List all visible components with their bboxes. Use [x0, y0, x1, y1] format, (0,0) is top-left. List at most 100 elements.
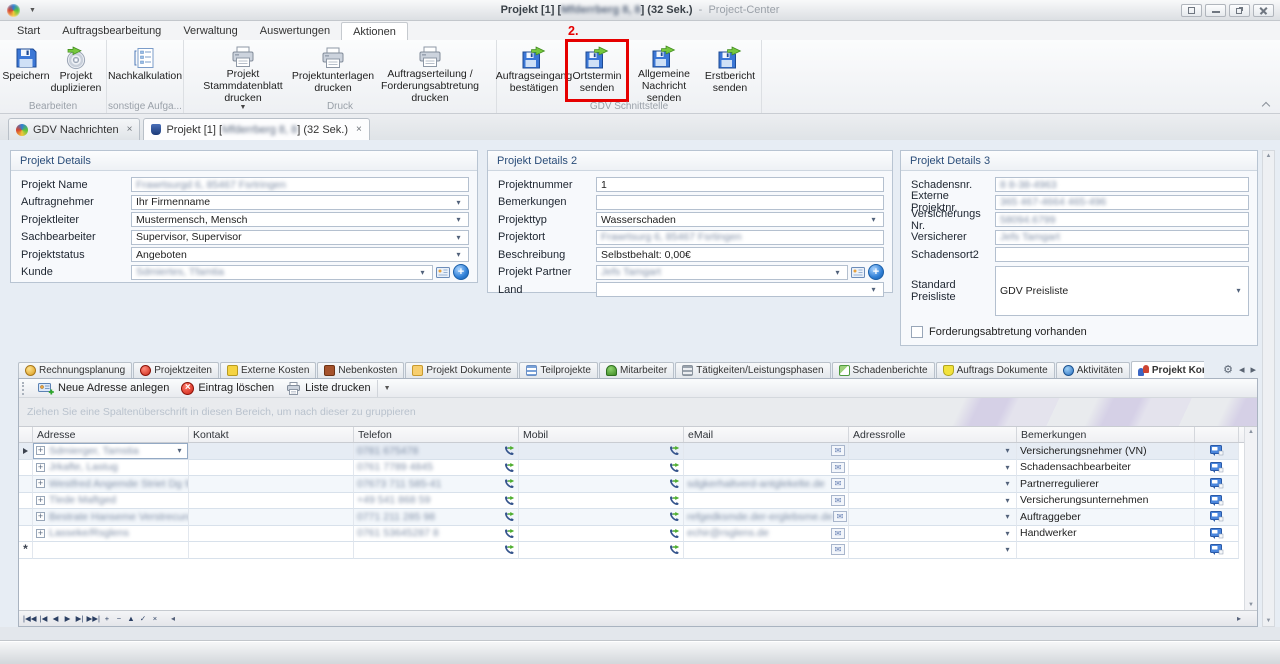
tab-rechnungsplanung[interactable]: Rechnungsplanung — [18, 362, 132, 378]
email-cell[interactable] — [684, 542, 849, 559]
bemerkungen-input[interactable] — [596, 195, 884, 210]
expand-icon[interactable] — [36, 496, 45, 505]
mobil-cell[interactable] — [519, 526, 684, 543]
hscroll-left-icon[interactable]: ◂ — [171, 614, 175, 623]
nav-cancel-button[interactable]: × — [149, 613, 161, 625]
bemerkungen-cell[interactable]: Versicherungsnehmer (VN) — [1017, 443, 1195, 460]
tab-projekt-kontakte[interactable]: Projekt Kontakte — [1131, 361, 1204, 378]
ribbon-tab-auswertungen[interactable]: Auswertungen — [249, 22, 341, 40]
nav-edit-button[interactable]: ▲ — [125, 613, 137, 625]
projektnummer-input[interactable]: 1 — [596, 177, 884, 192]
adresse-cell[interactable]: Sdmierger, Tamstia — [33, 443, 189, 460]
projektunterlagen-drucken-button[interactable]: Projektunterlagen drucken — [299, 43, 367, 101]
bemerkungen-cell[interactable] — [1017, 542, 1195, 559]
mobil-cell[interactable] — [519, 476, 684, 493]
kontakt-cell[interactable] — [189, 443, 354, 460]
tab-taetigkeiten[interactable]: Tätigkeiten/Leistungsphasen — [675, 362, 830, 378]
nav-first-button[interactable]: |◀◀ — [22, 613, 37, 625]
adresse-cell[interactable]: Jrkafte, Lastug — [33, 460, 189, 477]
expand-icon[interactable] — [36, 463, 45, 472]
stammdatenblatt-drucken-button[interactable]: Projekt Stammdatenblatt drucken▼ — [187, 43, 299, 101]
nav-last-button[interactable]: ▶▶| — [85, 613, 100, 625]
email-cell[interactable] — [684, 493, 849, 510]
collapse-ribbon-button[interactable] — [1262, 101, 1270, 109]
phone-icon[interactable] — [669, 495, 680, 506]
beschreibung-input[interactable]: Selbstbehalt: 0,00€ — [596, 247, 884, 262]
telefon-cell[interactable]: 0781 675478 — [354, 443, 519, 460]
adresse-cell[interactable] — [33, 542, 189, 559]
column-header-adressrolle[interactable]: Adressrolle — [849, 427, 1017, 442]
allgemeine-nachricht-senden-button[interactable]: Allgemeine Nachricht senden — [626, 43, 702, 101]
phone-icon[interactable] — [504, 478, 515, 489]
auftragnehmer-select[interactable]: Ihr Firmenname — [131, 195, 469, 210]
column-header-email[interactable]: eMail — [684, 427, 849, 442]
email-icon[interactable] — [831, 544, 845, 555]
tab-projekt-dokumente[interactable]: Projekt Dokumente — [405, 362, 518, 378]
email-icon[interactable] — [831, 478, 845, 489]
table-row-new[interactable] — [19, 542, 1239, 559]
actions-cell[interactable] — [1195, 542, 1239, 559]
group-by-panel[interactable]: Ziehen Sie eine Spaltenüberschrift in di… — [19, 398, 1257, 427]
actions-cell[interactable] — [1195, 526, 1239, 543]
actions-cell[interactable] — [1195, 443, 1239, 460]
phone-icon[interactable] — [504, 511, 515, 522]
adresse-cell[interactable]: Bestrate Hanseme Verstrecung AG — [33, 509, 189, 526]
tab-externe-kosten[interactable]: Externe Kosten — [220, 362, 316, 378]
actions-cell[interactable] — [1195, 493, 1239, 510]
note-icon[interactable] — [1210, 462, 1224, 473]
column-header-kontakt[interactable]: Kontakt — [189, 427, 354, 442]
table-row[interactable]: Jrkafte, Lastug 0761 7789 4845 Schadensa… — [19, 460, 1239, 477]
versicherungs-nr-input[interactable]: 58094.6799 — [995, 212, 1249, 227]
column-header-adresse[interactable]: Adresse — [33, 427, 189, 442]
nav-append-button[interactable]: + — [101, 613, 113, 625]
email-cell[interactable] — [684, 443, 849, 460]
contact-card-icon[interactable] — [851, 267, 865, 278]
page-vertical-scrollbar[interactable]: ▲ ▼ — [1262, 150, 1275, 627]
telefon-cell[interactable]: 0761 53645287 8 — [354, 526, 519, 543]
forderungsabtretung-checkbox[interactable] — [911, 326, 923, 338]
phone-icon[interactable] — [504, 462, 515, 473]
auftragserteilung-drucken-button[interactable]: Auftragserteilung / Forderungsabtretung … — [367, 43, 493, 101]
add-kunde-button[interactable] — [453, 264, 469, 280]
doc-tab-gdv-nachrichten[interactable]: GDV Nachrichten — [8, 118, 140, 140]
tab-auftrags-dokumente[interactable]: Auftrags Dokumente — [936, 362, 1055, 378]
email-icon[interactable] — [833, 511, 847, 522]
bemerkungen-cell[interactable]: Schadensachbearbeiter — [1017, 460, 1195, 477]
adressrolle-cell[interactable] — [849, 460, 1017, 477]
close-tab-icon[interactable] — [124, 124, 133, 135]
expand-icon[interactable] — [36, 512, 45, 521]
land-select[interactable] — [596, 282, 884, 297]
kontakt-cell[interactable] — [189, 476, 354, 493]
ribbon-tab-aktionen[interactable]: Aktionen — [341, 22, 408, 41]
kunde-select[interactable]: Sdmiertes, Tfamtia — [131, 265, 433, 280]
phone-icon[interactable] — [669, 544, 680, 555]
sachbearbeiter-select[interactable]: Supervisor, Supervisor — [131, 230, 469, 245]
hscroll-right-icon[interactable]: ▸ — [1237, 614, 1257, 623]
standard-preisliste-select[interactable]: GDV Preisliste — [995, 266, 1249, 316]
fit-window-button[interactable] — [1181, 4, 1202, 17]
note-icon[interactable] — [1210, 528, 1224, 539]
close-button[interactable] — [1253, 4, 1274, 17]
phone-icon[interactable] — [669, 445, 680, 456]
email-icon[interactable] — [831, 462, 845, 473]
projektleiter-select[interactable]: Mustermensch, Mensch — [131, 212, 469, 227]
phone-icon[interactable] — [504, 544, 515, 555]
bemerkungen-cell[interactable]: Versicherungsunternehmen — [1017, 493, 1195, 510]
mobil-cell[interactable] — [519, 460, 684, 477]
add-partner-button[interactable] — [868, 264, 884, 280]
email-cell[interactable]: echir@rsglens.de — [684, 526, 849, 543]
mobil-cell[interactable] — [519, 443, 684, 460]
scroll-tabs-left-icon[interactable]: ◂ — [1239, 363, 1245, 376]
externe-projektnr-input[interactable]: 365 467-4664 465-496 — [995, 195, 1249, 210]
email-icon[interactable] — [831, 528, 845, 539]
projektort-input[interactable]: Frawrtsurg 6, 85467 Fsrtingen — [596, 230, 884, 245]
note-icon[interactable] — [1210, 544, 1224, 555]
adressrolle-cell[interactable] — [849, 476, 1017, 493]
table-row[interactable]: Bestrate Hanseme Verstrecung AG 0771 211… — [19, 509, 1239, 526]
auftragseingang-bestaetigen-button[interactable]: Auftragseingang bestätigen — [500, 43, 568, 101]
note-icon[interactable] — [1210, 495, 1224, 506]
mobil-cell[interactable] — [519, 509, 684, 526]
kontakt-cell[interactable] — [189, 526, 354, 543]
kontakt-cell[interactable] — [189, 460, 354, 477]
nav-endedit-button[interactable]: ✓ — [137, 613, 149, 625]
